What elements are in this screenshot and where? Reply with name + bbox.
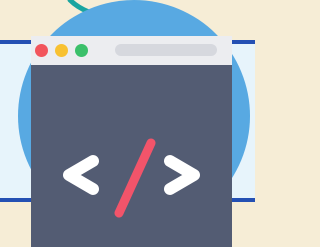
close-dot <box>35 44 48 57</box>
code-brackets-icon <box>63 138 200 218</box>
maximize-dot <box>75 44 88 57</box>
left-angle-bracket <box>63 155 99 195</box>
minimize-dot <box>55 44 68 57</box>
right-angle-bracket <box>164 155 200 195</box>
window-titlebar <box>31 36 232 65</box>
browser-window <box>31 36 232 247</box>
slash-mark <box>114 138 156 218</box>
address-bar <box>115 44 217 56</box>
code-illustration <box>0 0 255 247</box>
